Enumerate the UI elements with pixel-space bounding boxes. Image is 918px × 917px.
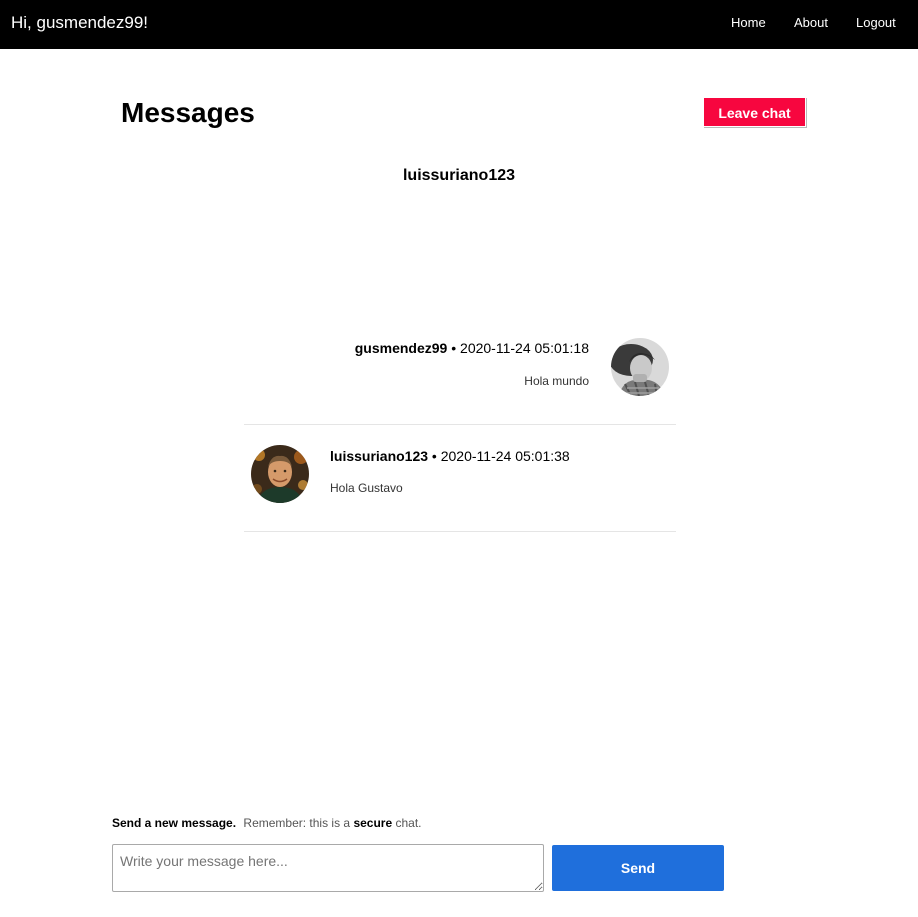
message-header: luissuriano123 • 2020-11-24 05:01:38 bbox=[330, 447, 570, 465]
message-text: Hola mundo bbox=[524, 374, 589, 388]
greeting-text: Hi, gusmendez99! bbox=[11, 13, 149, 32]
avatar bbox=[611, 338, 669, 396]
composer-hint-lead: Send a new message. bbox=[112, 816, 237, 830]
message-separator: • bbox=[447, 340, 461, 356]
user-avatar-icon bbox=[611, 338, 669, 396]
send-button[interactable]: Send bbox=[552, 845, 724, 891]
composer-hint: Send a new message. Remember: this is a … bbox=[112, 815, 422, 831]
page-title: Messages bbox=[121, 97, 255, 128]
message-item: gusmendez99 • 2020-11-24 05:01:18 Hola m… bbox=[244, 331, 676, 425]
avatar bbox=[251, 445, 309, 503]
nav-link-about[interactable]: About bbox=[794, 15, 828, 31]
message-header: gusmendez99 • 2020-11-24 05:01:18 bbox=[355, 339, 589, 357]
message-text: Hola Gustavo bbox=[330, 481, 403, 495]
message-item: luissuriano123 • 2020-11-24 05:01:38 Hol… bbox=[244, 425, 676, 532]
message-timestamp: 2020-11-24 05:01:18 bbox=[460, 340, 589, 356]
user-avatar-icon bbox=[251, 445, 309, 503]
message-author: gusmendez99 bbox=[354, 340, 448, 356]
nav-link-home[interactable]: Home bbox=[731, 15, 766, 31]
composer-hint-text: Remember: this is a bbox=[243, 816, 351, 830]
chat-partner-name: luissuriano123 bbox=[402, 167, 516, 184]
message-author: luissuriano123 bbox=[330, 448, 429, 464]
message-separator: • bbox=[428, 448, 441, 464]
nav-link-logout[interactable]: Logout bbox=[856, 15, 896, 31]
composer-hint-strong: secure bbox=[353, 816, 393, 830]
message-timestamp: 2020-11-24 05:01:38 bbox=[440, 448, 570, 464]
leave-chat-button[interactable]: Leave chat bbox=[703, 97, 806, 127]
message-input[interactable] bbox=[112, 844, 544, 892]
composer-hint-end: chat. bbox=[395, 816, 422, 830]
top-navbar: Hi, gusmendez99! Home About Logout bbox=[0, 0, 918, 49]
